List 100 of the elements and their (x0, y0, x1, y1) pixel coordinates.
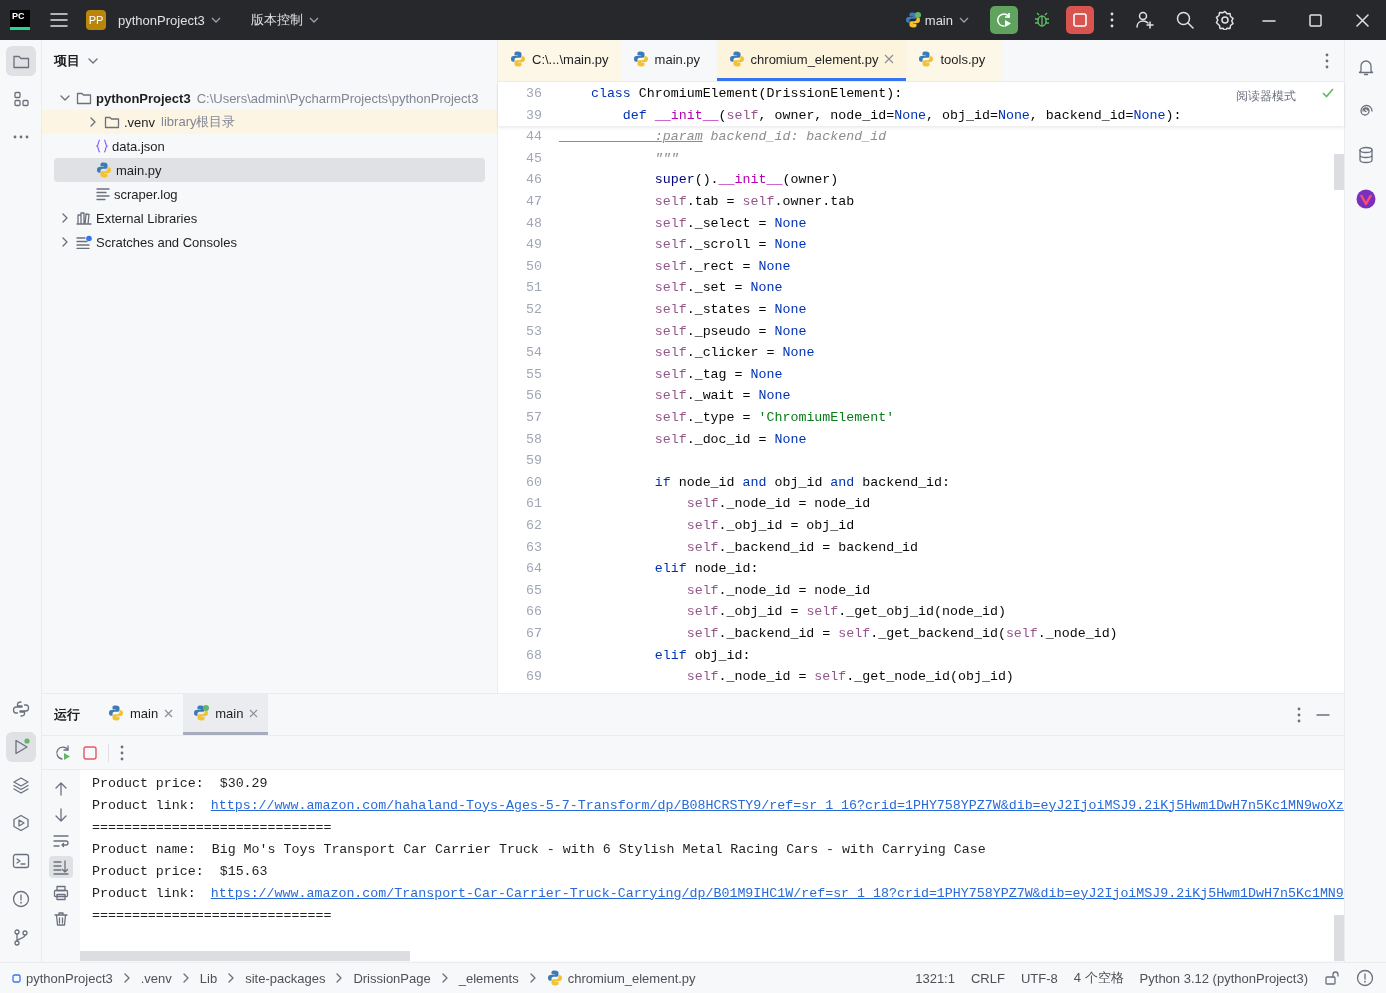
chevron-right-icon (335, 973, 344, 983)
breadcrumb-item[interactable]: chromium_element.py (567, 970, 696, 986)
stop-button[interactable] (1066, 6, 1094, 34)
editor-tab[interactable]: C:\...\main.py (498, 40, 621, 81)
breadcrumb-item[interactable]: site-packages (245, 970, 326, 986)
problems-icon[interactable] (1356, 969, 1374, 987)
line-number: 57 (525, 410, 542, 425)
line-number: 44 (525, 129, 542, 145)
breadcrumb-item[interactable]: .venv (140, 970, 172, 986)
braces-icon (96, 139, 108, 153)
editor-tab[interactable]: tools.py (906, 40, 1003, 81)
code-line: self._scroll = None (653, 237, 807, 253)
line-number: 48 (525, 215, 542, 231)
tree-item[interactable]: External Libraries (54, 206, 485, 230)
down-arrow-icon (53, 807, 69, 823)
editor-tab[interactable]: main.py (620, 40, 717, 81)
tool-window-button[interactable] (5, 46, 36, 76)
line-number: 54 (525, 345, 542, 361)
path-hint: library根目录 (161, 113, 236, 131)
console-label: Product link: (92, 885, 196, 901)
add-user-icon[interactable] (1135, 10, 1155, 30)
text-lines-icon (96, 187, 110, 201)
search-icon[interactable] (1175, 10, 1195, 30)
code-line: self._states = None (653, 302, 807, 318)
console-text: ============================== (92, 907, 332, 923)
project-menu[interactable]: pythonProject3 (112, 11, 229, 29)
line-number: 39 (525, 107, 542, 123)
run-tab[interactable]: main (183, 694, 269, 735)
tree-item[interactable]: Scratches and Consoles (54, 230, 485, 254)
scroll-to-end-icon (53, 859, 69, 875)
status-item[interactable]: 1321:1 (915, 970, 955, 986)
stop-icon[interactable] (82, 744, 98, 761)
chevron-right-icon (227, 973, 236, 983)
settings-icon[interactable] (1215, 10, 1235, 30)
vcs-menu[interactable]: 版本控制 (244, 10, 327, 30)
code-line: self._select = None (653, 215, 807, 231)
console-link[interactable]: https://www.amazon.com/Transport-Car-Carrier-Truck-Carrying/dp/B01M9IHC1W/ref=sr_1_18?crid=1PHY758YPZ7W&dib=eyJ2IjoiMSJ9.2iKj5Hwm1DwH7n5Kc1MN9 (210, 885, 1344, 901)
tree-item[interactable]: pythonProject3 C:\Users\admin\PycharmProjects\pythonProject3 (54, 86, 485, 110)
status-item[interactable]: CRLF (970, 970, 1005, 986)
panel-title[interactable]: 项目 (54, 52, 80, 70)
line-number: 67 (525, 625, 542, 641)
library-icon (76, 211, 92, 225)
rerun-icon[interactable] (54, 743, 72, 762)
checkmark-icon (1322, 88, 1334, 98)
plugin-logo-icon (1355, 189, 1376, 209)
git-branch-icon (11, 928, 30, 946)
console-label: Product link: (92, 797, 196, 813)
tree-item[interactable]: scraper.log (54, 182, 485, 206)
scrollbar-thumb[interactable] (1334, 915, 1344, 961)
console-text: Product price: $15.63 (92, 863, 268, 879)
line-number: 66 (525, 604, 542, 620)
file-name: main.py (116, 162, 162, 178)
code-line: self._backend_id = backend_id (685, 539, 919, 555)
soft-wrap-icon (53, 833, 69, 849)
menu-icon[interactable] (50, 12, 68, 28)
debug-bug-icon[interactable] (1033, 11, 1051, 29)
breadcrumb-item[interactable]: pythonProject3 (26, 970, 113, 986)
more-tools-icon (12, 134, 29, 140)
python-file-icon (918, 50, 935, 68)
code-line: self._obj_id = self._get_obj_id(node_id) (685, 604, 1006, 620)
run-tab[interactable]: main (98, 694, 184, 735)
line-number: 45 (525, 150, 542, 166)
status-item[interactable]: Python 3.12 (pythonProject3) (1139, 970, 1308, 986)
rerun-button[interactable] (990, 6, 1018, 34)
tree-item[interactable]: data.json (54, 134, 485, 158)
tool-window-button[interactable] (5, 732, 36, 762)
tree-item[interactable]: .venv library根目录 (42, 110, 497, 134)
maximize-icon[interactable] (1308, 13, 1323, 27)
run-config-selector[interactable]: main (898, 10, 977, 30)
status-item[interactable]: 4 个空格 (1073, 969, 1124, 987)
status-item[interactable]: UTF-8 (1020, 970, 1058, 986)
layers-icon (11, 776, 30, 794)
scrollbar-thumb[interactable] (1334, 154, 1344, 190)
terminal-icon (11, 852, 30, 870)
trash-icon (53, 911, 69, 927)
scrollbar-thumb[interactable] (80, 951, 410, 961)
python-file-icon (632, 50, 649, 68)
code-line: :param backend_id: backend_id (653, 129, 887, 145)
line-number: 68 (525, 647, 542, 663)
breadcrumb-item[interactable]: Lib (199, 970, 218, 986)
chevron-right-icon (122, 973, 131, 983)
folder-icon (76, 91, 92, 105)
breadcrumb-item[interactable]: _elements (458, 970, 519, 986)
python-console-icon (11, 700, 30, 718)
breadcrumb-item[interactable]: DrissionPage (353, 970, 431, 986)
console-text: Product price: $30.29 (92, 775, 268, 791)
more-options-icon[interactable] (1109, 12, 1115, 28)
python-file-icon (108, 704, 124, 722)
code-line: self._wait = None (653, 388, 791, 404)
python-file-icon (728, 50, 745, 68)
tree-item[interactable]: main.py (54, 158, 485, 182)
line-number: 53 (525, 323, 542, 339)
project-badge: PP (86, 10, 106, 30)
console-link[interactable]: https://www.amazon.com/hahaland-Toys-Ages-5-7-Transform/dp/B08HCRSTY9/ref=sr_1_16?crid=1PHY758YPZ7W&dib=eyJ2IjoiMSJ9.2iKj5Hwm1DwH7n5Kc1MN9woXz (210, 797, 1344, 813)
console-tool-button[interactable] (49, 856, 73, 878)
code-line: self.tab = self.owner.tab (653, 194, 855, 210)
print-icon (53, 885, 69, 901)
lock-icon[interactable] (1324, 970, 1340, 986)
editor-tab[interactable]: chromium_element.py (716, 40, 907, 81)
console-text: ============================== (92, 819, 332, 835)
